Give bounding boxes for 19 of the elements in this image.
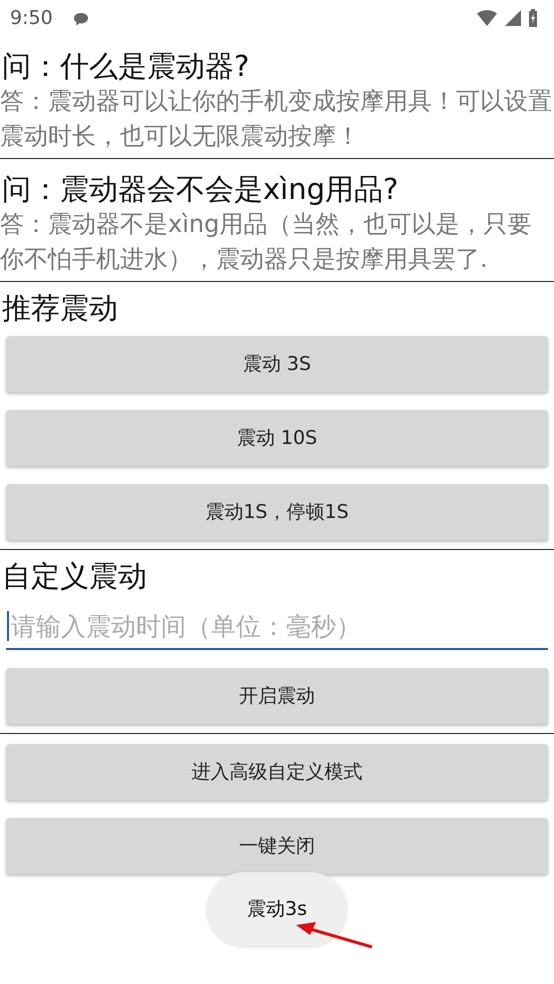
- answer-text: 答：震动器可以让你的手机变成按摩用具！可以设置震动时长，也可以无限震动按摩！: [0, 86, 553, 152]
- section-heading: 自定义震动: [1, 558, 148, 595]
- battery-icon: [528, 9, 538, 27]
- vibrate-button[interactable]: 震动1S，停顿1S: [6, 484, 548, 540]
- question-text: 问：震动器会不会是xìng用品?: [1, 171, 400, 207]
- message-icon: [72, 11, 89, 27]
- answer-text: 答：震动器不是xìng用品（当然，也可以是，只要你不怕手机进水），震动器只是按摩用具罢了.: [0, 209, 532, 275]
- vibrate-button[interactable]: 震动 3S: [6, 336, 548, 392]
- action-button[interactable]: 一键关闭: [6, 818, 548, 874]
- duration-input-field[interactable]: 请输入震动时间（单位：毫秒）: [6, 604, 548, 650]
- question-text: 问：什么是震动器?: [1, 48, 250, 84]
- toast-message: 震动3s: [207, 872, 347, 946]
- section-heading: 推荐震动: [1, 290, 119, 327]
- wifi-icon: [476, 10, 498, 26]
- action-button[interactable]: 进入高级自定义模式: [6, 744, 548, 800]
- vibrate-button[interactable]: 震动 10S: [6, 410, 548, 466]
- start-vibration-button[interactable]: 开启震动: [6, 668, 548, 724]
- status-time: 9:50: [10, 7, 53, 29]
- signal-icon: [504, 10, 522, 26]
